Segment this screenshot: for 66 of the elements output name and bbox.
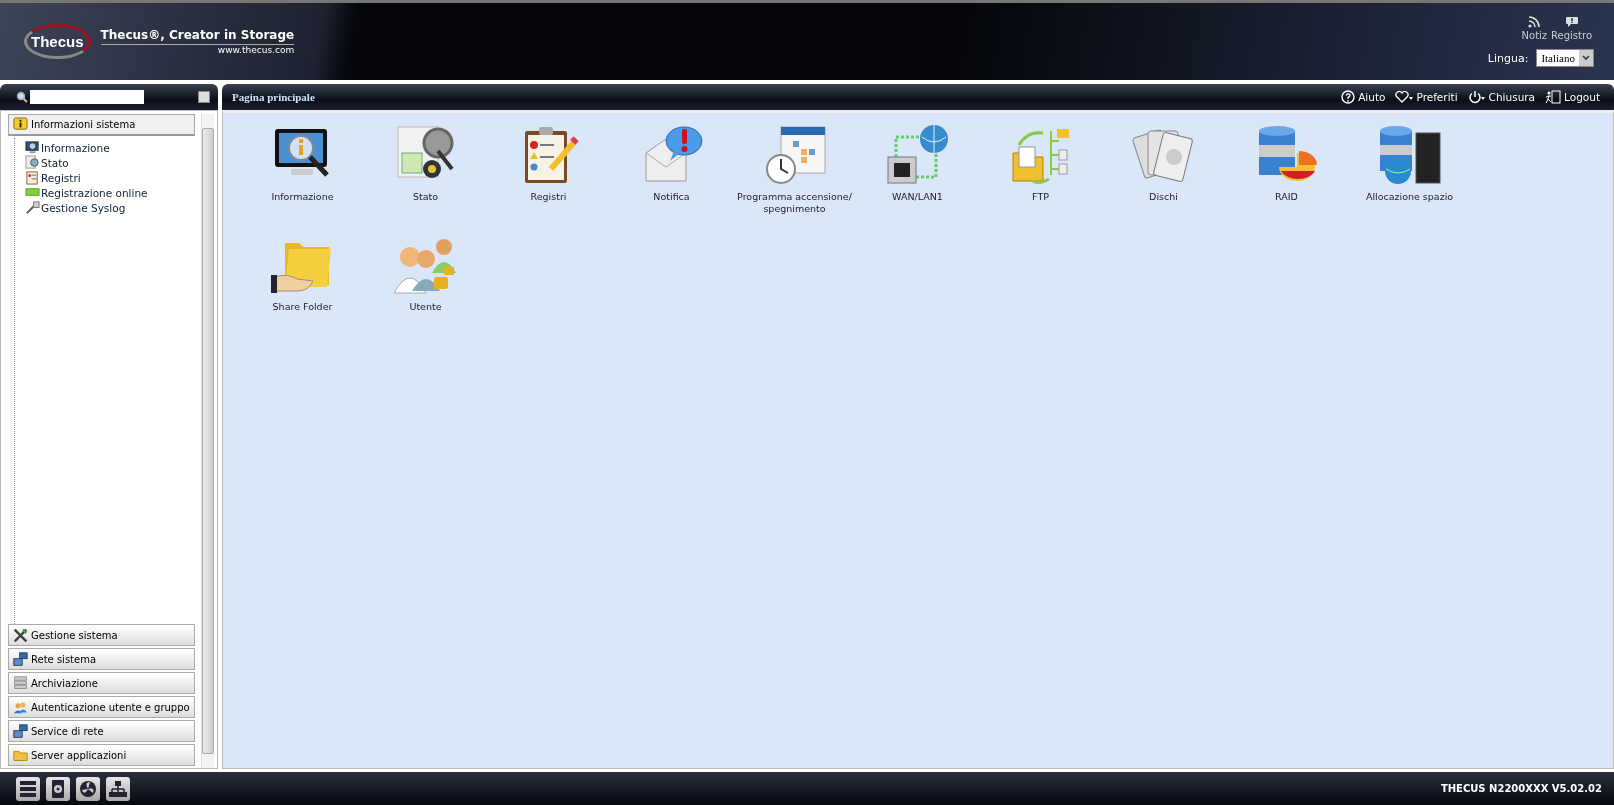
accordion-header[interactable]: Service di rete	[8, 720, 195, 742]
website-url: www.thecus.com	[217, 45, 295, 55]
heart-button[interactable]: Preferiti	[1395, 90, 1458, 104]
taskbar-button[interactable]	[106, 776, 130, 801]
tagline: Thecus®, Creator in Storage	[100, 28, 295, 45]
tools-icon	[13, 627, 28, 643]
version-text: THECUS N2200XXX V5.02.02	[1440, 783, 1602, 794]
power-icon	[1467, 90, 1486, 104]
accordion-header[interactable]: Rete sistema	[8, 648, 195, 670]
app-tile[interactable]: FTP	[979, 123, 1102, 215]
log-button[interactable]: Registro	[1549, 16, 1594, 41]
app-tile[interactable]: Dischi	[1102, 123, 1225, 215]
rss-icon	[1528, 16, 1541, 28]
accordion-header[interactable]: Server applicazioni	[8, 744, 195, 766]
network-icon	[13, 651, 28, 667]
page-title: Pagina principale	[232, 91, 315, 103]
search-field[interactable]	[30, 90, 144, 104]
tree-item[interactable]: Gestione Syslog	[25, 200, 195, 215]
monitor-icon	[25, 140, 40, 155]
app-tile[interactable]: Programma accensione/ spegnimento	[733, 123, 856, 215]
app-tile[interactable]: Informazione	[241, 123, 364, 215]
taskbar-button[interactable]	[76, 776, 100, 801]
app-tile[interactable]: Registri	[487, 123, 610, 215]
language-dropdown[interactable]: Italiano	[1536, 49, 1594, 67]
search-icon	[16, 91, 28, 103]
accordion-header[interactable]: Gestione sistema	[8, 624, 195, 646]
storage-icon	[13, 675, 28, 691]
tool-icon	[25, 200, 40, 215]
power-button[interactable]: Chiusura	[1467, 90, 1536, 104]
tree-item[interactable]: Registri	[25, 170, 195, 185]
app-tile[interactable]: RAID	[1225, 123, 1348, 215]
taskbar-button[interactable]	[46, 776, 70, 801]
tree-item[interactable]: Informazione	[25, 140, 195, 155]
clipboard-icon	[25, 170, 40, 185]
scrollbar[interactable]	[200, 114, 214, 768]
brand-logo: Thecus	[24, 24, 91, 59]
network-icon	[885, 123, 950, 187]
accordion-header[interactable]: Informazioni sistema	[8, 114, 195, 136]
caret-icon	[1582, 55, 1590, 61]
space-icon	[1377, 123, 1442, 187]
speech-bubble-icon	[1564, 16, 1579, 28]
exit-button[interactable]: Logout	[1545, 90, 1600, 104]
server-icon	[18, 778, 38, 799]
fan-icon	[78, 778, 98, 799]
app-tile[interactable]: Share Folder	[241, 233, 364, 313]
app-tile[interactable]: Utente	[364, 233, 487, 313]
tree-item[interactable]: Registrazione online	[25, 185, 195, 200]
help-icon	[1341, 90, 1356, 104]
network-icon	[13, 723, 28, 739]
exit-icon	[1545, 90, 1562, 104]
document-icon	[25, 155, 40, 170]
tree-item[interactable]: Stato	[25, 155, 195, 170]
notifications-button[interactable]: Notiz	[1519, 16, 1550, 41]
accordion-header[interactable]: Autenticazione utente e gruppo	[8, 696, 195, 718]
help-button[interactable]: Aiuto	[1341, 90, 1386, 104]
app-tile[interactable]: Notifica	[610, 123, 733, 215]
heart-icon	[1395, 90, 1414, 104]
app-tile[interactable]: Allocazione spazio	[1348, 123, 1471, 215]
app-tile[interactable]: WAN/LAN1	[856, 123, 979, 215]
expand-icon[interactable]	[198, 91, 210, 103]
language-label: Lingua:	[1487, 51, 1529, 65]
info-icon	[13, 117, 28, 132]
app-tile[interactable]: Stato	[364, 123, 487, 215]
network-icon	[108, 778, 128, 799]
taskbar-button[interactable]	[16, 776, 40, 801]
accordion-header[interactable]: Archiviazione	[8, 672, 195, 694]
